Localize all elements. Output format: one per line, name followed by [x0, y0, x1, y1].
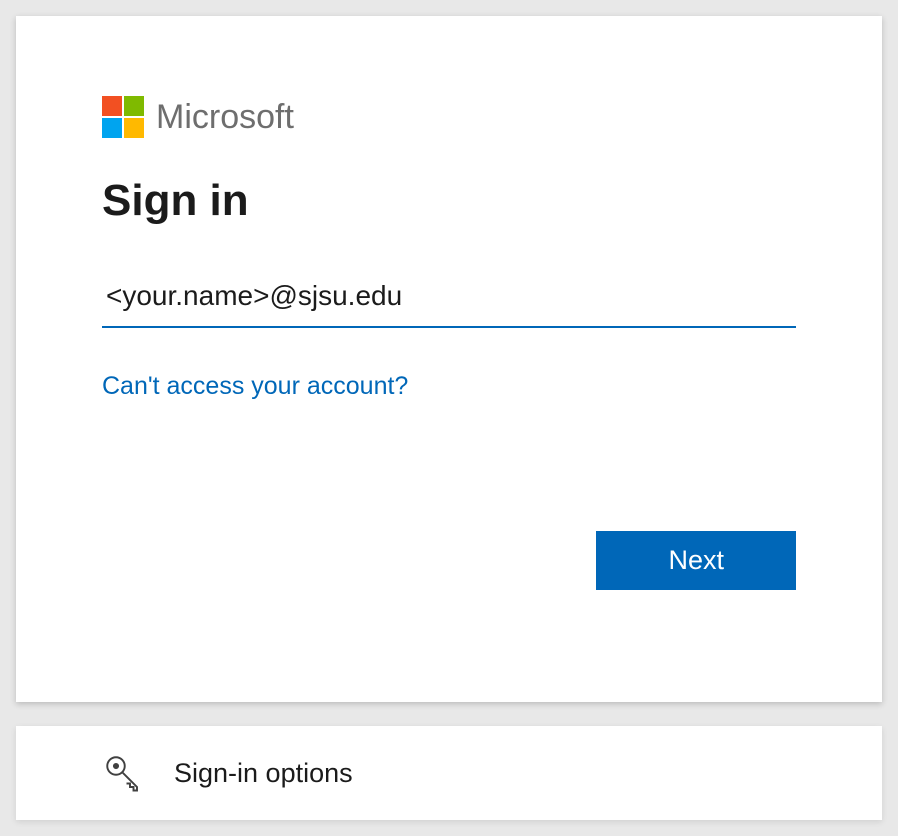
signin-title: Sign in [102, 176, 796, 226]
signin-card: Microsoft Sign in Can't access your acco… [16, 16, 882, 702]
signin-options-label: Sign-in options [174, 758, 353, 789]
button-row: Next [102, 531, 796, 590]
email-input[interactable] [102, 274, 796, 328]
next-button[interactable]: Next [596, 531, 796, 590]
key-icon [102, 752, 144, 794]
signin-options-button[interactable]: Sign-in options [16, 726, 882, 820]
microsoft-logo-icon [102, 96, 144, 138]
brand-name: Microsoft [156, 98, 294, 137]
cant-access-account-link[interactable]: Can't access your account? [102, 372, 408, 401]
brand-header: Microsoft [102, 96, 796, 138]
